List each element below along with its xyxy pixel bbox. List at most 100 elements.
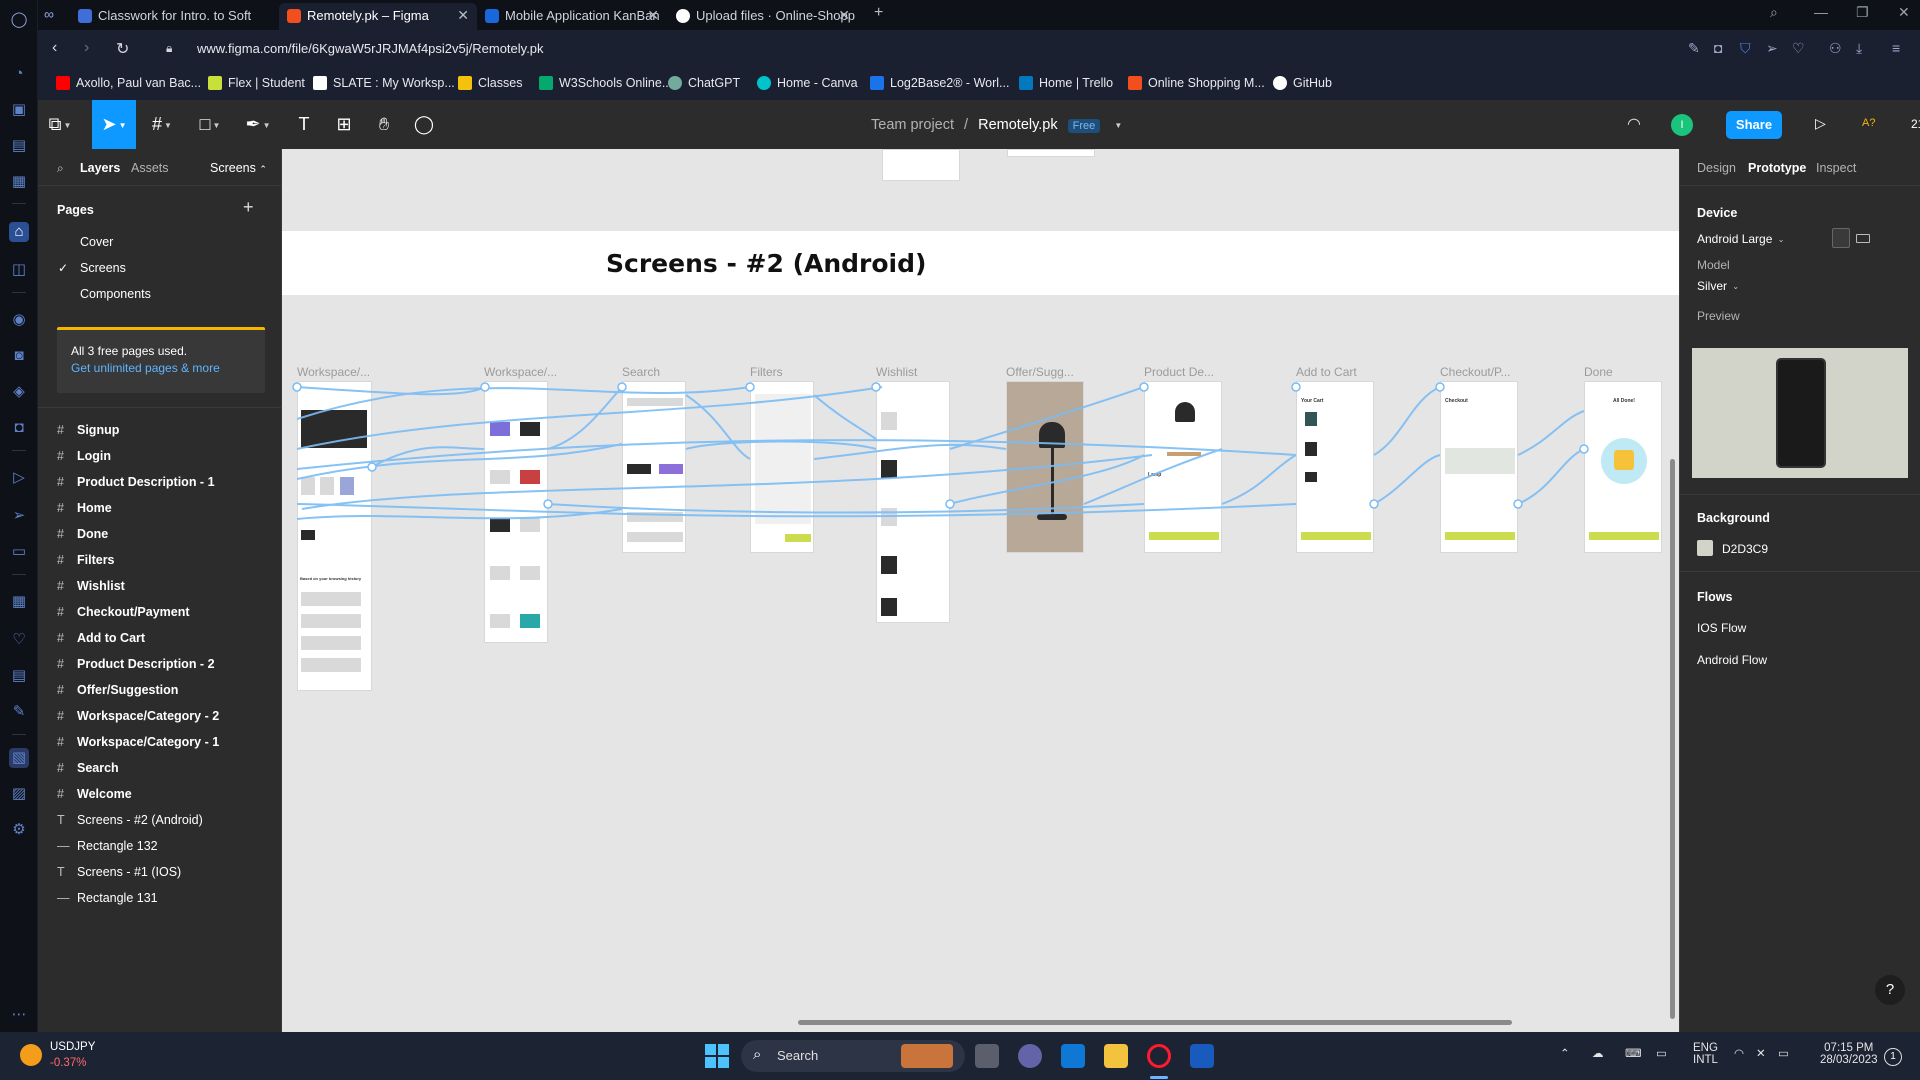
wifi-icon[interactable]: ◠: [1734, 1046, 1744, 1060]
home-icon[interactable]: ⌂: [9, 222, 29, 242]
frame-tool-icon[interactable]: # ▼: [140, 100, 184, 149]
menu-icon[interactable]: ≡: [1892, 40, 1900, 56]
page-dropdown[interactable]: Screens ⌃: [210, 161, 267, 175]
bookmark-item[interactable]: Flex | Student: [208, 76, 305, 90]
layer-item[interactable]: T Screens - #2 (Android): [57, 813, 203, 827]
vpn-shield-icon[interactable]: ⛉: [1740, 40, 1751, 57]
tab-prototype[interactable]: Prototype: [1748, 161, 1806, 175]
layer-item[interactable]: # Search: [57, 761, 119, 775]
profile-icon[interactable]: ⚇: [1829, 40, 1842, 57]
text-tool-icon[interactable]: T: [282, 100, 326, 149]
word-icon[interactable]: [1190, 1044, 1214, 1068]
bookmark-item[interactable]: Online Shopping M...: [1128, 76, 1265, 90]
instagram-icon[interactable]: ◙: [9, 346, 29, 366]
design-canvas[interactable]: Screens - #2 (Android) Workspace/... Wor…: [282, 149, 1679, 1032]
missing-fonts-badge[interactable]: A?: [1862, 117, 1875, 129]
add-page-icon[interactable]: +: [243, 197, 254, 218]
layer-item[interactable]: # Done: [57, 527, 108, 541]
flow-item[interactable]: Android Flow: [1697, 653, 1767, 667]
keyboard-icon[interactable]: ⌨: [1625, 1046, 1642, 1060]
send-page-icon[interactable]: ➢: [1766, 40, 1778, 57]
clock[interactable]: 07:15 PM 28/03/2023: [1820, 1042, 1878, 1066]
bag-icon[interactable]: ▣: [9, 100, 29, 120]
tab-inspect[interactable]: Inspect: [1816, 161, 1856, 175]
landscape-icon[interactable]: [1856, 234, 1870, 243]
pen-tool-icon[interactable]: ✒ ▼: [236, 100, 280, 149]
close-tab-icon[interactable]: ✕: [838, 7, 850, 24]
close-tab-icon[interactable]: ✕: [647, 7, 659, 24]
avatar[interactable]: I: [1671, 114, 1693, 136]
opera-icon[interactable]: [1147, 1044, 1171, 1068]
shape-tool-icon[interactable]: □ ▼: [188, 100, 232, 149]
bookmark-item[interactable]: Home | Trello: [1019, 76, 1113, 90]
opera-logo-icon[interactable]: ◯: [9, 10, 29, 30]
display-icon[interactable]: ▭: [1656, 1046, 1667, 1060]
main-menu-icon[interactable]: ⧉ ▼: [38, 100, 82, 149]
mail-icon[interactable]: [1061, 1044, 1085, 1068]
layer-item[interactable]: # Signup: [57, 423, 119, 437]
start-icon[interactable]: [705, 1044, 729, 1068]
device-select[interactable]: Android Large ⌄: [1697, 232, 1784, 246]
tab-design[interactable]: Design: [1697, 161, 1736, 175]
reload-icon[interactable]: ↻: [116, 39, 129, 59]
bookmark-item[interactable]: SLATE : My Worksp...: [313, 76, 455, 90]
bookmark-item[interactable]: Home - Canva: [757, 76, 858, 90]
discord-icon[interactable]: ◘: [9, 418, 29, 438]
new-tab-icon[interactable]: +: [874, 4, 883, 22]
layer-item[interactable]: # Login: [57, 449, 111, 463]
portrait-icon[interactable]: [1832, 228, 1850, 248]
back-icon[interactable]: ‹: [52, 39, 57, 57]
layer-item[interactable]: # Workspace/Category - 2: [57, 709, 219, 723]
close-tab-icon[interactable]: ✕: [457, 7, 469, 24]
audio-icon[interactable]: ◠: [1627, 114, 1641, 134]
taskbar-search[interactable]: ⌕ Search: [741, 1040, 965, 1072]
bookmark-heart-icon[interactable]: ♡: [1792, 40, 1805, 57]
edit-icon[interactable]: ✎: [1688, 40, 1700, 57]
zoom-level[interactable]: 21%▼: [1911, 117, 1920, 131]
wallet-icon[interactable]: ▭: [9, 542, 29, 562]
page-components[interactable]: Components: [80, 287, 151, 301]
tab-github[interactable]: Upload files · Online-Shopp ✕: [668, 3, 858, 30]
tab-classwork[interactable]: Classwork for Intro. to Soft ✕: [70, 3, 298, 30]
speed-dial-icon[interactable]: ◔: [9, 64, 29, 84]
minimize-icon[interactable]: —: [1814, 4, 1828, 20]
download-icon[interactable]: ⤓: [1856, 40, 1862, 57]
bookmark-item[interactable]: ChatGPT: [668, 76, 740, 90]
comment-tool-icon[interactable]: ◯: [402, 100, 446, 149]
search-tabs-icon[interactable]: ⌕: [1770, 4, 1778, 21]
present-icon[interactable]: ▷: [1815, 115, 1826, 132]
breadcrumb[interactable]: Team project / Remotely.pk Free ▼: [871, 117, 1122, 133]
task-view-icon[interactable]: [975, 1044, 999, 1068]
background-swatch[interactable]: [1697, 540, 1713, 556]
background-value[interactable]: D2D3C9: [1722, 542, 1768, 556]
layer-item[interactable]: # Wishlist: [57, 579, 125, 593]
bookmark-item[interactable]: W3Schools Online...: [539, 76, 672, 90]
mute-icon[interactable]: ✕: [1756, 1046, 1766, 1060]
upgrade-link[interactable]: Get unlimited pages & more: [71, 361, 251, 375]
player-icon[interactable]: ▷: [9, 468, 29, 488]
layer-item[interactable]: # Filters: [57, 553, 115, 567]
tab-figma[interactable]: Remotely.pk – Figma ✕: [279, 3, 477, 30]
teams-icon[interactable]: [1018, 1044, 1042, 1068]
layer-item[interactable]: # Checkout/Payment: [57, 605, 190, 619]
pinboard-icon[interactable]: ▧: [9, 748, 29, 768]
search-icon[interactable]: ⌕: [57, 161, 64, 176]
twitch-icon[interactable]: ▤: [9, 136, 29, 156]
tab-assets[interactable]: Assets: [131, 161, 169, 175]
chevron-down-icon[interactable]: ▼: [1114, 121, 1122, 130]
share-button[interactable]: Share: [1726, 111, 1782, 139]
tab-kanban[interactable]: Mobile Application KanBan ✕: [477, 3, 667, 30]
layer-item[interactable]: # Product Description - 2: [57, 657, 215, 671]
resources-icon[interactable]: ⊞: [322, 100, 366, 149]
file-explorer-icon[interactable]: [1104, 1044, 1128, 1068]
layer-item[interactable]: # Welcome: [57, 787, 132, 801]
onedrive-icon[interactable]: ☁: [1592, 1046, 1604, 1060]
layer-item[interactable]: # Home: [57, 501, 112, 515]
page-cover[interactable]: Cover: [80, 235, 113, 249]
settings-icon[interactable]: ⚙: [9, 820, 29, 840]
page-screens[interactable]: Screens: [80, 261, 126, 275]
move-tool-icon[interactable]: ➤ ▼: [92, 100, 136, 149]
layer-item[interactable]: — Rectangle 132: [57, 839, 158, 853]
bookmark-item[interactable]: Classes: [458, 76, 522, 90]
close-window-icon[interactable]: ✕: [1898, 4, 1910, 21]
